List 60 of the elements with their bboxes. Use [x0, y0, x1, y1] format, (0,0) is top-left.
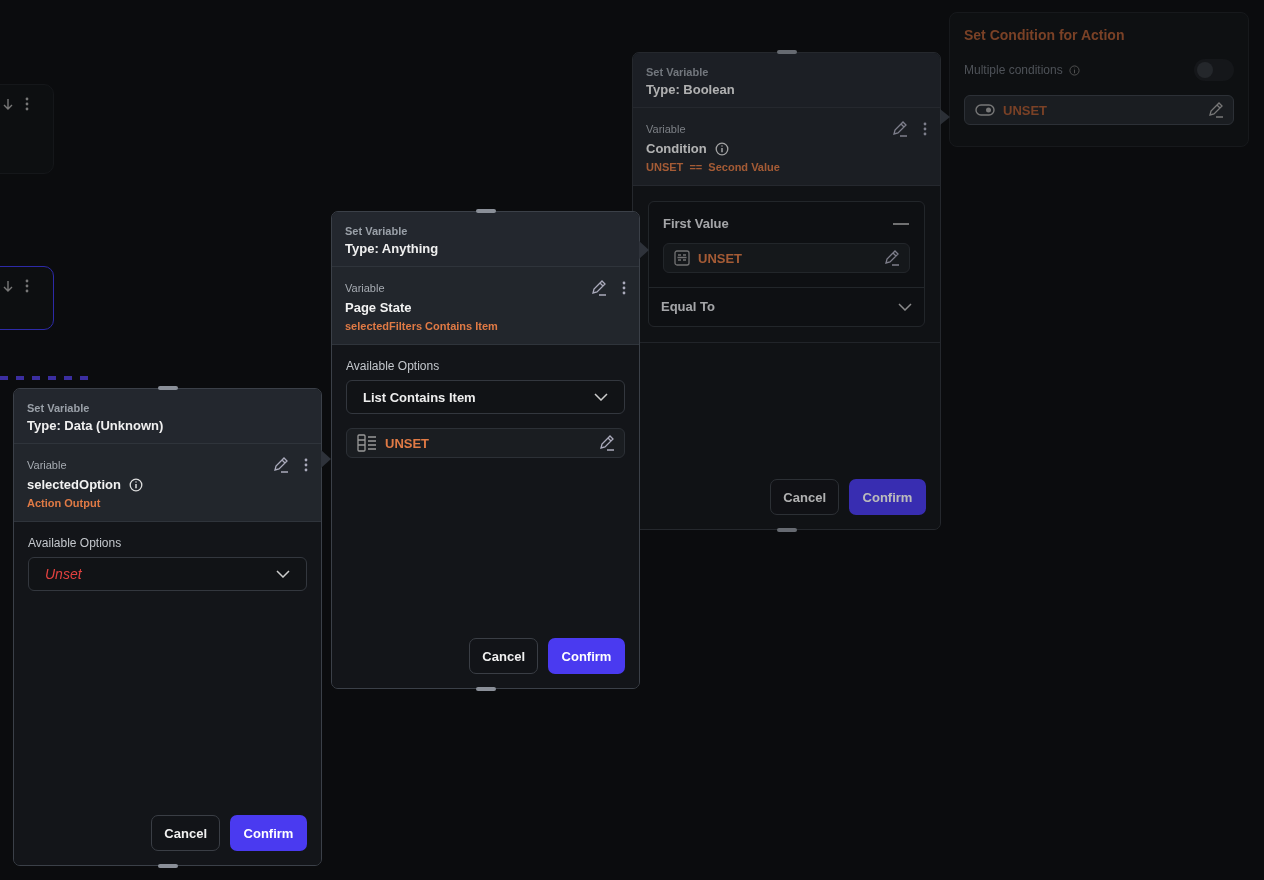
edit-icon[interactable]: [590, 279, 608, 297]
toggle-icon: [975, 104, 995, 116]
edit-icon[interactable]: [883, 249, 901, 267]
panel-subtitle: Set Variable: [345, 225, 409, 237]
variable-label: Variable: [27, 459, 67, 471]
list-icon: [674, 250, 690, 266]
edit-icon[interactable]: [1207, 101, 1225, 119]
resize-handle[interactable]: [776, 50, 797, 54]
collapse-icon[interactable]: [892, 221, 910, 226]
panel-subtitle: Set Variable: [646, 66, 710, 78]
resize-handle[interactable]: [157, 864, 178, 868]
resize-handle[interactable]: [157, 386, 178, 390]
panel-title: Set Condition for Action: [964, 27, 1126, 43]
cancel-button[interactable]: Cancel: [469, 638, 538, 674]
chevron-down-icon[interactable]: [898, 302, 912, 311]
more-icon[interactable]: [923, 122, 927, 136]
options-dropdown[interactable]: List Contains Item: [346, 380, 625, 414]
variable-source: UNSET == Second Value: [646, 161, 781, 173]
section-title[interactable]: Equal To: [661, 299, 715, 314]
value-field[interactable]: UNSET: [346, 428, 625, 458]
confirm-button[interactable]: Confirm: [548, 638, 625, 674]
cancel-button[interactable]: Cancel: [770, 479, 839, 515]
panel-title: Type: Anything: [345, 241, 440, 256]
list-icon: [357, 434, 377, 452]
edit-icon[interactable]: [891, 120, 909, 138]
more-icon[interactable]: [25, 279, 29, 293]
variable-label: Variable: [646, 123, 686, 135]
arrow-down-icon[interactable]: [1, 279, 15, 293]
chevron-down-icon: [594, 393, 608, 401]
resize-handle[interactable]: [475, 209, 496, 213]
options-dropdown[interactable]: Unset: [28, 557, 307, 591]
variable-name: Condition: [646, 141, 707, 156]
section-title[interactable]: First Value: [663, 216, 729, 231]
options-label: Available Options: [28, 536, 123, 550]
more-icon[interactable]: [25, 97, 29, 111]
variable-name: Page State: [345, 300, 412, 315]
chevron-down-icon: [276, 570, 290, 578]
variable-name: selectedOption: [27, 477, 121, 492]
panel-title: Type: Boolean: [646, 82, 736, 97]
more-icon[interactable]: [622, 281, 626, 295]
panel-subtitle: Set Variable: [27, 402, 91, 414]
more-icon[interactable]: [304, 458, 308, 472]
resize-handle[interactable]: [776, 528, 797, 532]
flow-node[interactable]: [0, 266, 54, 330]
edit-icon[interactable]: [272, 456, 290, 474]
options-label: Available Options: [346, 359, 441, 373]
edit-icon[interactable]: [598, 434, 616, 452]
resize-handle[interactable]: [475, 687, 496, 691]
confirm-button[interactable]: Confirm: [849, 479, 926, 515]
variable-label: Variable: [345, 282, 385, 294]
panel-title: Type: Data (Unknown): [27, 418, 165, 433]
toggle-switch[interactable]: [1194, 59, 1234, 81]
flow-node[interactable]: [0, 84, 54, 174]
cancel-button[interactable]: Cancel: [151, 815, 220, 851]
variable-source: Action Output: [27, 497, 102, 509]
toggle-label: Multiple conditions: [964, 63, 1063, 77]
variable-source: selectedFilters Contains Item: [345, 320, 499, 332]
confirm-button[interactable]: Confirm: [230, 815, 307, 851]
value-field[interactable]: UNSET: [663, 243, 910, 273]
arrow-down-icon[interactable]: [1, 97, 15, 111]
